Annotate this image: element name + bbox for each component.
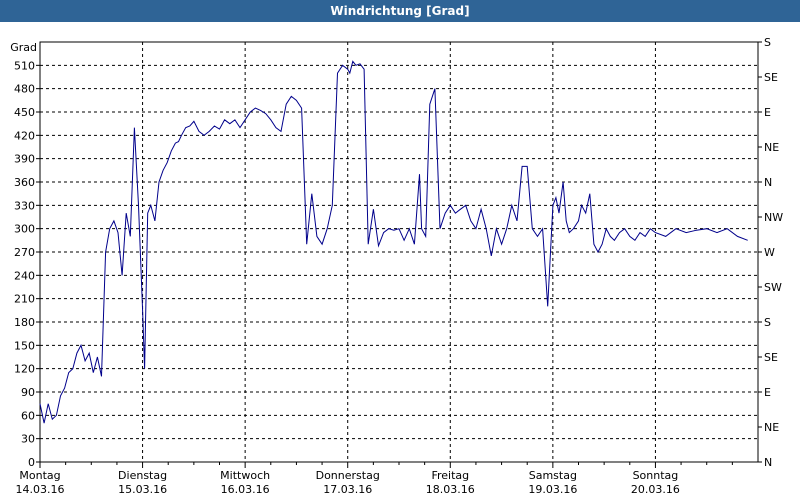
y-tick-label: 330 bbox=[14, 199, 35, 212]
y-tick-label: 510 bbox=[14, 59, 35, 72]
x-tick-day-label: Freitag bbox=[431, 469, 469, 482]
y-tick-label: 300 bbox=[14, 223, 35, 236]
right-axis-label: N bbox=[764, 456, 772, 469]
right-axis-label: S bbox=[764, 316, 771, 329]
x-tick-day-label: Donnerstag bbox=[316, 469, 380, 482]
y-tick-label: 120 bbox=[14, 363, 35, 376]
right-axis-label: W bbox=[764, 246, 775, 259]
x-tick-day-label: Mittwoch bbox=[220, 469, 270, 482]
x-tick-date-label: 14.03.16 bbox=[16, 483, 65, 496]
right-axis-label: SW bbox=[764, 281, 782, 294]
y-tick-label: 210 bbox=[14, 293, 35, 306]
y-tick-label: 150 bbox=[14, 339, 35, 352]
right-axis-label: NW bbox=[764, 211, 783, 224]
right-axis-label: E bbox=[764, 386, 771, 399]
x-tick-date-label: 20.03.16 bbox=[631, 483, 680, 496]
right-axis-label: NE bbox=[764, 141, 779, 154]
wind-direction-chart: 0 30 60 90 120 150 180 210 240 270 300 330 360 390 420… bbox=[10, 36, 783, 496]
x-tick-day-label: Montag bbox=[19, 469, 60, 482]
x-tick-day-label: Sonntag bbox=[633, 469, 679, 482]
x-tick-date-label: 18.03.16 bbox=[426, 483, 475, 496]
y-tick-label: 270 bbox=[14, 246, 35, 259]
y-tick-label: 90 bbox=[21, 386, 35, 399]
x-tick-day-label: Samstag bbox=[529, 469, 577, 482]
y-tick-label: 180 bbox=[14, 316, 35, 329]
y-tick-label: 390 bbox=[14, 153, 35, 166]
y-tick-label: 480 bbox=[14, 83, 35, 96]
y-tick-label: 240 bbox=[14, 269, 35, 282]
x-tick-date-label: 15.03.16 bbox=[118, 483, 167, 496]
y-tick-label: 30 bbox=[21, 433, 35, 446]
chart-window: Windrichtung [Grad] 0 30 60 90 120 150 180 210 2… bbox=[0, 0, 800, 500]
right-axis-label: NE bbox=[764, 421, 779, 434]
y-tick-label: 0 bbox=[28, 456, 35, 469]
y-tick-label: 60 bbox=[21, 409, 35, 422]
y-tick-label: 360 bbox=[14, 176, 35, 189]
window-title: Windrichtung [Grad] bbox=[0, 0, 800, 22]
right-axis-label: S bbox=[764, 36, 771, 49]
x-tick-date-label: 19.03.16 bbox=[528, 483, 577, 496]
plot-area bbox=[39, 41, 759, 463]
y-axis-label: Grad bbox=[10, 41, 37, 54]
x-tick-date-label: 16.03.16 bbox=[221, 483, 270, 496]
x-tick-date-label: 17.03.16 bbox=[323, 483, 372, 496]
right-axis-label: N bbox=[764, 176, 772, 189]
right-axis-label: SE bbox=[764, 351, 778, 364]
x-tick-day-label: Dienstag bbox=[118, 469, 167, 482]
right-axis-label: SE bbox=[764, 71, 778, 84]
y-tick-label: 450 bbox=[14, 106, 35, 119]
right-axis-label: E bbox=[764, 106, 771, 119]
y-tick-label: 420 bbox=[14, 129, 35, 142]
